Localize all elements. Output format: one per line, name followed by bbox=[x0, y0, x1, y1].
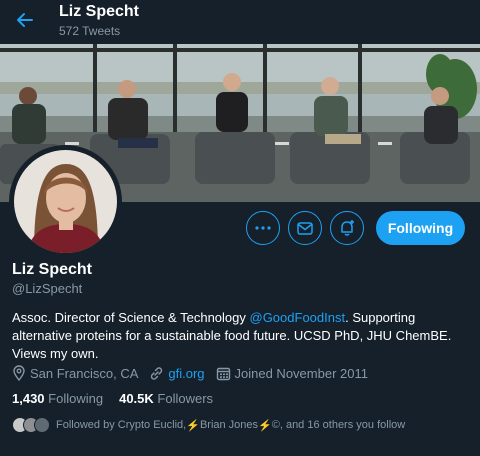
mutual-avatar bbox=[34, 417, 50, 433]
envelope-icon bbox=[297, 221, 313, 235]
profile-handle: @LizSpecht bbox=[12, 281, 83, 296]
website: gfi.org bbox=[149, 366, 205, 381]
more-icon bbox=[255, 226, 271, 230]
profile-header: Liz Specht 572 Tweets bbox=[0, 0, 480, 44]
profile-bio: Assoc. Director of Science & Technology … bbox=[12, 309, 452, 363]
location-pin-icon bbox=[13, 365, 25, 381]
followers-stat[interactable]: 40.5K Followers bbox=[119, 391, 213, 406]
bolt-emoji: ⚡ bbox=[186, 419, 200, 432]
followed-by-suffix: ©, and 16 others you follow bbox=[271, 419, 406, 431]
following-label: Following bbox=[48, 391, 104, 406]
website-link[interactable]: gfi.org bbox=[168, 366, 204, 381]
avatar-photo bbox=[14, 150, 117, 253]
followed-by-prefix: Followed by Crypto Euclid, bbox=[56, 419, 187, 431]
message-button[interactable] bbox=[288, 211, 322, 245]
calendar-icon bbox=[216, 367, 230, 380]
link-icon bbox=[151, 366, 163, 380]
back-arrow-icon bbox=[17, 13, 33, 27]
profile-stats: 1,430 Following 40.5K Followers bbox=[12, 391, 229, 406]
notifications-button[interactable] bbox=[330, 211, 364, 245]
profile-actions: Following bbox=[246, 211, 465, 245]
followed-by-name: Brian Jones bbox=[199, 419, 259, 431]
notification-bell-icon bbox=[341, 220, 354, 236]
more-button[interactable] bbox=[246, 211, 280, 245]
profile-name: Liz Specht bbox=[12, 261, 93, 278]
followers-label: Followers bbox=[157, 391, 214, 406]
header-title: Liz Specht bbox=[59, 3, 140, 20]
followers-count: 40.5K bbox=[119, 391, 154, 406]
join-date: Joined November 2011 bbox=[216, 366, 368, 381]
profile-meta: San Francisco, CA gfi.org Joined Novembe… bbox=[12, 365, 379, 381]
following-count: 1,430 bbox=[12, 391, 45, 406]
bolt-emoji: ⚡ bbox=[258, 419, 272, 432]
mutual-avatars bbox=[12, 417, 50, 433]
bio-text-start: Assoc. Director of Science & Technology bbox=[12, 310, 250, 325]
location: San Francisco, CA bbox=[12, 365, 138, 381]
profile-info: Liz Specht @LizSpecht Assoc. Director of… bbox=[12, 260, 468, 363]
location-text: San Francisco, CA bbox=[30, 365, 139, 381]
bio-mention-link[interactable]: @GoodFoodInst bbox=[250, 310, 346, 325]
joined-text: Joined November 2011 bbox=[234, 365, 368, 381]
tweet-count: 572 Tweets bbox=[59, 24, 121, 38]
following-button[interactable]: Following bbox=[376, 211, 465, 245]
following-stat[interactable]: 1,430 Following bbox=[12, 391, 103, 406]
followers-you-know[interactable]: Followed by Crypto Euclid, ⚡ Brian Jones ⚡… bbox=[12, 417, 405, 433]
back-button[interactable] bbox=[10, 8, 40, 32]
profile-avatar[interactable] bbox=[9, 145, 122, 258]
